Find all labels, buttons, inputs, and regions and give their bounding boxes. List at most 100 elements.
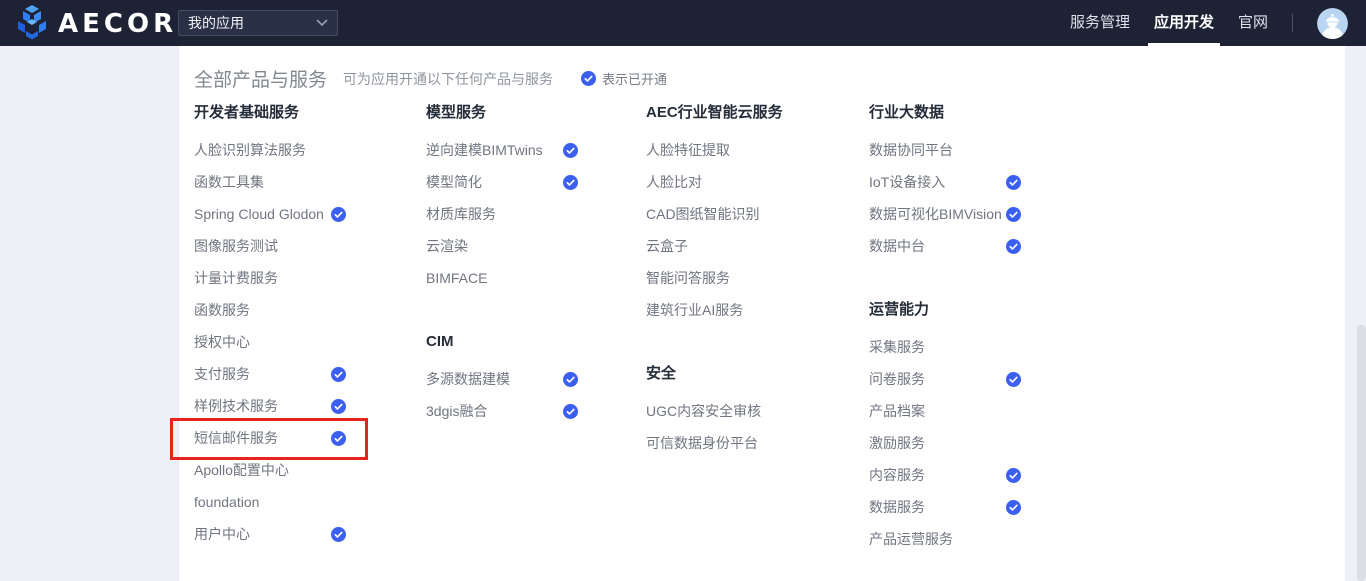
nav-item-app-development[interactable]: 应用开发 xyxy=(1154,0,1214,46)
group-title: 行业大数据 xyxy=(869,105,1025,121)
service-item[interactable]: 函数服务 xyxy=(194,294,346,326)
service-item[interactable]: 内容服务 xyxy=(869,459,1021,491)
service-item[interactable]: 模型简化 xyxy=(426,166,578,198)
service-item-label: 人脸特征提取 xyxy=(646,140,730,160)
service-item[interactable]: IoT设备接入 xyxy=(869,166,1021,198)
service-item[interactable]: 样例技术服务 xyxy=(194,390,346,422)
service-item-label: 可信数据身份平台 xyxy=(646,433,758,453)
service-column: 开发者基础服务人脸识别算法服务函数工具集Spring Cloud Glodon … xyxy=(194,105,350,550)
service-item[interactable]: 短信邮件服务 xyxy=(194,422,346,454)
service-item[interactable]: 支付服务 xyxy=(194,358,346,390)
service-column: 模型服务逆向建模BIMTwins 模型简化 材质库服务云渲染 BIMFACE CIM… xyxy=(426,105,582,427)
service-item-label: 云盒子 xyxy=(646,236,688,256)
service-item[interactable]: BIMFACE xyxy=(426,262,578,294)
service-item[interactable]: 人脸比对 xyxy=(646,166,798,198)
group-title: 模型服务 xyxy=(426,105,582,121)
service-item-label: 内容服务 xyxy=(869,465,925,485)
service-item-label: 数据中台 xyxy=(869,236,925,256)
service-item[interactable]: 计量计费服务 xyxy=(194,262,346,294)
check-icon xyxy=(1006,175,1021,190)
service-item-label: foundation xyxy=(194,494,259,510)
service-item[interactable]: 建筑行业AI服务 xyxy=(646,294,798,326)
service-item-label: 函数工具集 xyxy=(194,172,264,192)
check-icon xyxy=(331,367,346,382)
service-item[interactable]: 可信数据身份平台 xyxy=(646,427,798,459)
service-group: 运营能力采集服务问卷服务 产品档案激励服务内容服务 数据服务 产品运营服务 xyxy=(869,302,1025,555)
service-item-label: 产品运营服务 xyxy=(869,529,953,549)
check-icon xyxy=(331,399,346,414)
check-icon xyxy=(1006,468,1021,483)
service-item-label: CAD图纸智能识别 xyxy=(646,204,760,224)
service-item-label: 逆向建模BIMTwins xyxy=(426,140,543,160)
service-item-label: BIMFACE xyxy=(426,270,487,286)
service-item[interactable]: 逆向建模BIMTwins xyxy=(426,134,578,166)
service-item-label: 用户中心 xyxy=(194,524,250,544)
service-group: 开发者基础服务人脸识别算法服务函数工具集Spring Cloud Glodon … xyxy=(194,105,350,550)
service-item[interactable]: foundation xyxy=(194,486,346,518)
check-icon xyxy=(563,372,578,387)
service-item[interactable]: 产品档案 xyxy=(869,395,1021,427)
service-item-label: 计量计费服务 xyxy=(194,268,278,288)
service-item-label: IoT设备接入 xyxy=(869,172,945,192)
panel-header: 全部产品与服务 可为应用开通以下任何产品与服务 表示已开通 xyxy=(194,65,1335,92)
check-icon xyxy=(331,207,346,222)
service-item[interactable]: 材质库服务 xyxy=(426,198,578,230)
service-item[interactable]: 用户中心 xyxy=(194,518,346,550)
service-item[interactable]: 云盒子 xyxy=(646,230,798,262)
service-item[interactable]: 数据可视化BIMVision xyxy=(869,198,1021,230)
service-item[interactable]: 数据服务 xyxy=(869,491,1021,523)
check-icon xyxy=(563,143,578,158)
service-item-label: 问卷服务 xyxy=(869,369,925,389)
service-item-label: 数据协同平台 xyxy=(869,140,953,160)
service-item[interactable]: 数据中台 xyxy=(869,230,1021,262)
service-item[interactable]: 3dgis融合 xyxy=(426,395,578,427)
service-item-label: 样例技术服务 xyxy=(194,396,278,416)
nav-item-official-site[interactable]: 官网 xyxy=(1238,0,1268,46)
service-item[interactable]: Spring Cloud Glodon xyxy=(194,198,346,230)
brand-logo-icon[interactable] xyxy=(12,4,52,42)
service-item[interactable]: 图像服务测试 xyxy=(194,230,346,262)
service-item-label: 产品档案 xyxy=(869,401,925,421)
service-item[interactable]: 函数工具集 xyxy=(194,166,346,198)
check-icon xyxy=(581,71,596,86)
service-item[interactable]: 问卷服务 xyxy=(869,363,1021,395)
legend: 表示已开通 xyxy=(581,69,667,88)
service-item[interactable]: 数据协同平台 xyxy=(869,134,1021,166)
service-item-label: 短信邮件服务 xyxy=(194,428,278,448)
legend-text: 表示已开通 xyxy=(602,69,667,88)
service-group: 行业大数据数据协同平台 IoT设备接入 数据可视化BIMVision 数据中台 xyxy=(869,105,1025,262)
service-item-label: 云渲染 xyxy=(426,236,468,256)
service-item-label: 人脸比对 xyxy=(646,172,702,192)
service-item[interactable]: 云渲染 xyxy=(426,230,578,262)
service-item-label: Spring Cloud Glodon xyxy=(194,206,324,222)
group-title: CIM xyxy=(426,334,582,350)
service-item-label: 图像服务测试 xyxy=(194,236,278,256)
navbar-right: 服务管理 应用开发 官网 xyxy=(1070,0,1366,46)
service-item[interactable]: 产品运营服务 xyxy=(869,523,1021,555)
app-select[interactable]: 我的应用 xyxy=(178,10,338,36)
user-avatar[interactable] xyxy=(1317,8,1348,39)
service-item-label: 采集服务 xyxy=(869,337,925,357)
check-icon xyxy=(1006,500,1021,515)
vertical-scrollbar-thumb[interactable] xyxy=(1357,325,1366,581)
service-item-label: 人脸识别算法服务 xyxy=(194,140,306,160)
check-icon xyxy=(563,404,578,419)
service-item-label: 支付服务 xyxy=(194,364,250,384)
service-item-label: 建筑行业AI服务 xyxy=(646,300,743,320)
columns: 开发者基础服务人脸识别算法服务函数工具集Spring Cloud Glodon … xyxy=(179,105,1345,581)
legend-check-slot xyxy=(581,71,596,86)
service-item[interactable]: 激励服务 xyxy=(869,427,1021,459)
service-item-label: UGC内容安全审核 xyxy=(646,401,761,421)
service-item[interactable]: Apollo配置中心 xyxy=(194,454,346,486)
service-item[interactable]: 智能问答服务 xyxy=(646,262,798,294)
service-item[interactable]: 人脸特征提取 xyxy=(646,134,798,166)
service-item[interactable]: 采集服务 xyxy=(869,331,1021,363)
nav-item-service-management[interactable]: 服务管理 xyxy=(1070,0,1130,46)
service-item[interactable]: CAD图纸智能识别 xyxy=(646,198,798,230)
service-item[interactable]: 授权中心 xyxy=(194,326,346,358)
service-column: AEC行业智能云服务人脸特征提取人脸比对CAD图纸智能识别云盒子智能问答服务建筑… xyxy=(646,105,802,459)
service-group: 安全UGC内容安全审核可信数据身份平台 xyxy=(646,366,802,459)
service-item[interactable]: 人脸识别算法服务 xyxy=(194,134,346,166)
service-item[interactable]: UGC内容安全审核 xyxy=(646,395,798,427)
service-item[interactable]: 多源数据建模 xyxy=(426,363,578,395)
